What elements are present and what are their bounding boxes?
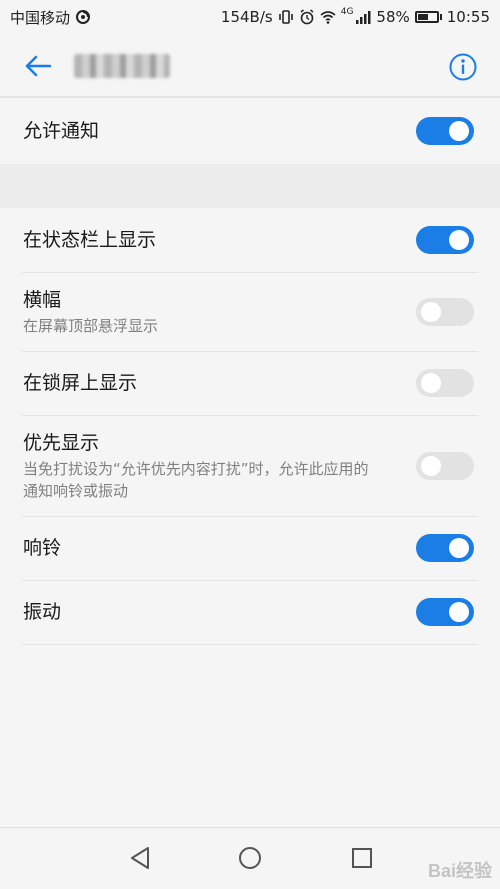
allow-notifications-row[interactable]: 允许通知 [0, 98, 500, 164]
battery-percent: 58% [376, 8, 410, 26]
vibration-row[interactable]: 振动 [0, 580, 500, 644]
battery-icon [414, 11, 442, 23]
screen: 中国移动 154B/s 4G 58% 10:55 允许通知 在状态栏上显示 横幅… [0, 0, 500, 889]
status-right: 154B/s 4G 58% 10:55 [220, 7, 490, 26]
status-bar: 中国移动 154B/s 4G 58% 10:55 [0, 0, 500, 34]
nav-recents-icon[interactable] [348, 844, 376, 872]
alarm-icon [300, 9, 314, 25]
net-speed: 154B/s [220, 8, 273, 26]
navigation-bar: Bai经验 [0, 827, 500, 889]
back-button[interactable] [10, 34, 66, 98]
status-bar-display-row[interactable]: 在状态栏上显示 [0, 208, 500, 272]
list-bottom-divider [22, 644, 478, 645]
ringtone-row[interactable]: 响铃 [0, 516, 500, 580]
clock: 10:55 [446, 8, 490, 26]
vibrate-icon [278, 10, 293, 24]
priority-display-toggle[interactable] [416, 451, 474, 480]
wifi-icon [320, 11, 336, 24]
banner-subtitle: 在屏幕顶部悬浮显示 [23, 316, 159, 335]
status-bar-display-toggle[interactable] [416, 226, 474, 254]
ringtone-title: 响铃 [23, 537, 62, 559]
status-left: 中国移动 [10, 7, 91, 28]
section-gap [0, 164, 500, 208]
ringtone-toggle[interactable] [416, 534, 474, 562]
vibration-toggle[interactable] [416, 598, 474, 626]
carrier-label: 中国移动 [10, 8, 71, 27]
carrier-activity-icon [76, 10, 91, 24]
priority-display-title: 优先显示 [23, 431, 100, 454]
nav-back-icon[interactable] [126, 844, 154, 872]
status-bar-display-title: 在状态栏上显示 [23, 229, 157, 251]
network-type-label: 4G [340, 7, 354, 17]
nav-home-icon[interactable] [236, 844, 264, 872]
app-bar [0, 34, 500, 98]
allow-notifications-title: 允许通知 [23, 120, 100, 142]
lock-screen-display-toggle[interactable] [416, 369, 474, 397]
priority-display-subtitle: 当免打扰设为“允许优先内容打扰”时，允许此应用的通知响铃或振动 [23, 459, 369, 500]
allow-notifications-section: 允许通知 [0, 98, 500, 164]
notification-options-section: 在状态栏上显示 横幅 在屏幕顶部悬浮显示 在锁屏上显示 优先显示 当免打扰设为“… [0, 208, 500, 644]
info-icon [449, 53, 477, 81]
lock-screen-display-title: 在锁屏上显示 [23, 372, 138, 394]
lock-screen-display-row[interactable]: 在锁屏上显示 [0, 351, 500, 415]
app-title-blurred [74, 54, 170, 78]
banner-title: 横幅 [23, 288, 62, 311]
allow-notifications-toggle[interactable] [416, 117, 474, 145]
info-button[interactable] [448, 52, 478, 82]
arrow-left-icon [25, 55, 52, 77]
cell-signal-icon [356, 11, 371, 24]
priority-display-row[interactable]: 优先显示 当免打扰设为“允许优先内容打扰”时，允许此应用的通知响铃或振动 [0, 415, 500, 516]
banner-toggle[interactable] [416, 297, 474, 326]
vibration-title: 振动 [23, 601, 62, 623]
watermark: Bai经验 [427, 861, 492, 881]
banner-row[interactable]: 横幅 在屏幕顶部悬浮显示 [0, 272, 500, 351]
